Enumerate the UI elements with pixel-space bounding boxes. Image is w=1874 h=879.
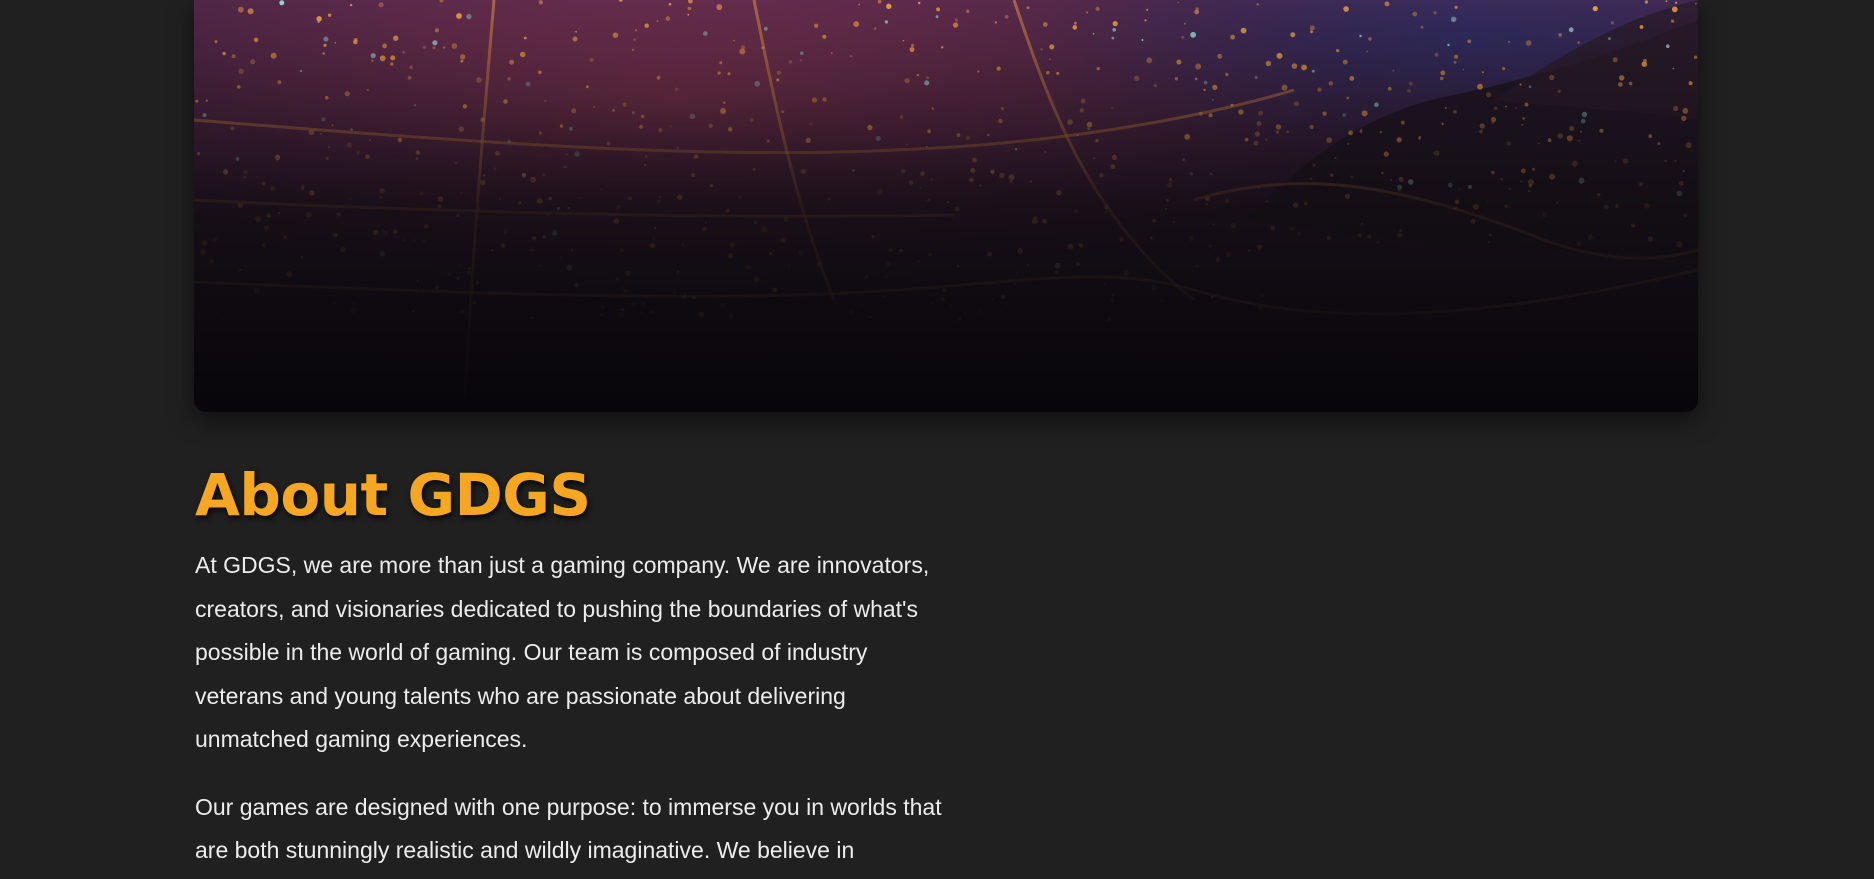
about-section: About GDGS At GDGS, we are more than jus… <box>195 455 955 873</box>
about-paragraph-2: Our games are designed with one purpose:… <box>195 793 942 864</box>
night-city-aerial-image <box>194 0 1698 412</box>
hero-banner <box>194 0 1698 412</box>
about-paragraph-1: At GDGS, we are more than just a gaming … <box>195 552 930 752</box>
about-title: About GDGS <box>195 461 591 529</box>
